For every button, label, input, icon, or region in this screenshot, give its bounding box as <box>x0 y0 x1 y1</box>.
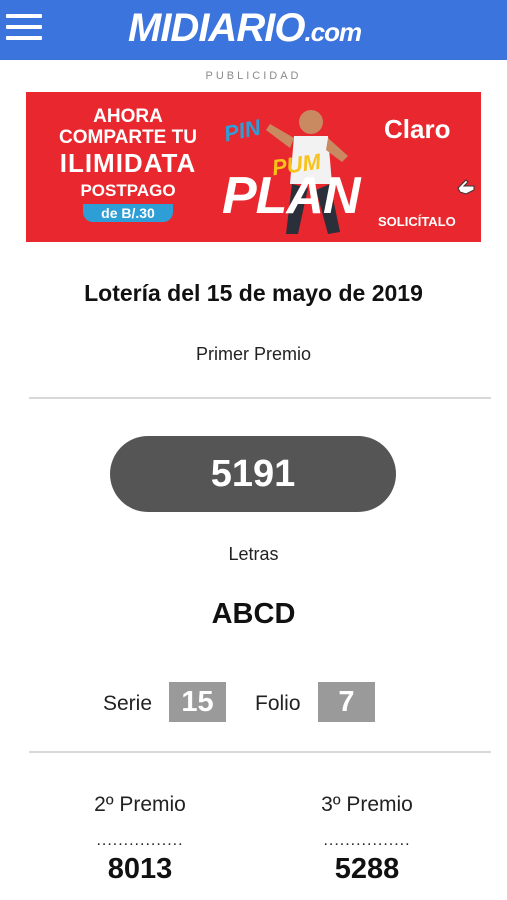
ad-line-3: ILIMIDATA <box>59 148 197 178</box>
serie-value: 15 <box>169 682 226 722</box>
divider <box>29 751 491 753</box>
serie-label: Serie <box>103 692 153 715</box>
ad-left-copy: AHORA COMPARTE TU ILIMIDATA POSTPAGO de … <box>48 106 208 223</box>
ad-line-2: COMPARTE TU <box>59 127 197 148</box>
folio-label: Folio <box>255 692 301 715</box>
letters-label: Letras <box>228 544 279 564</box>
logo-suffix: .com <box>304 17 362 47</box>
first-prize-label: Primer Premio <box>195 344 311 364</box>
ad-price-pill: de B/.30 <box>83 204 173 222</box>
advertising-label: PUBLICIDAD <box>205 70 302 82</box>
letters-value: ABCD <box>211 598 296 630</box>
ad-line-4: POSTPAGO <box>80 181 176 200</box>
pointer-hand-icon <box>457 179 475 195</box>
second-prize-label: 2º Premio <box>94 793 186 816</box>
ad-plan-text: PLAN <box>222 167 361 225</box>
first-prize-number: 5191 <box>110 436 396 512</box>
ad-banner[interactable]: AHORA COMPARTE TU ILIMIDATA POSTPAGO de … <box>26 92 481 242</box>
second-prize: 2º Premio ................ 8013 <box>40 792 240 886</box>
second-prize-number: 8013 <box>107 853 173 885</box>
claro-logo: Claro <box>384 114 451 144</box>
ad-line-1: AHORA <box>93 106 163 127</box>
folio-value: 7 <box>318 682 375 722</box>
logo-text: MIDIARIO <box>128 6 305 50</box>
hamburger-menu-icon[interactable] <box>6 12 42 44</box>
ad-cta-text: SOLICÍTALO <box>378 214 456 229</box>
third-prize-label: 3º Premio <box>321 793 413 816</box>
second-prize-dots: ................ <box>96 832 184 849</box>
top-bar: MIDIARIO.com <box>0 0 507 60</box>
site-logo[interactable]: MIDIARIO.com <box>128 6 362 50</box>
third-prize-dots: ................ <box>323 832 411 849</box>
third-prize-number: 5288 <box>334 853 400 885</box>
page-title: Lotería del 15 de mayo de 2019 <box>84 280 423 306</box>
divider <box>29 397 491 399</box>
third-prize: 3º Premio ................ 5288 <box>267 792 467 886</box>
